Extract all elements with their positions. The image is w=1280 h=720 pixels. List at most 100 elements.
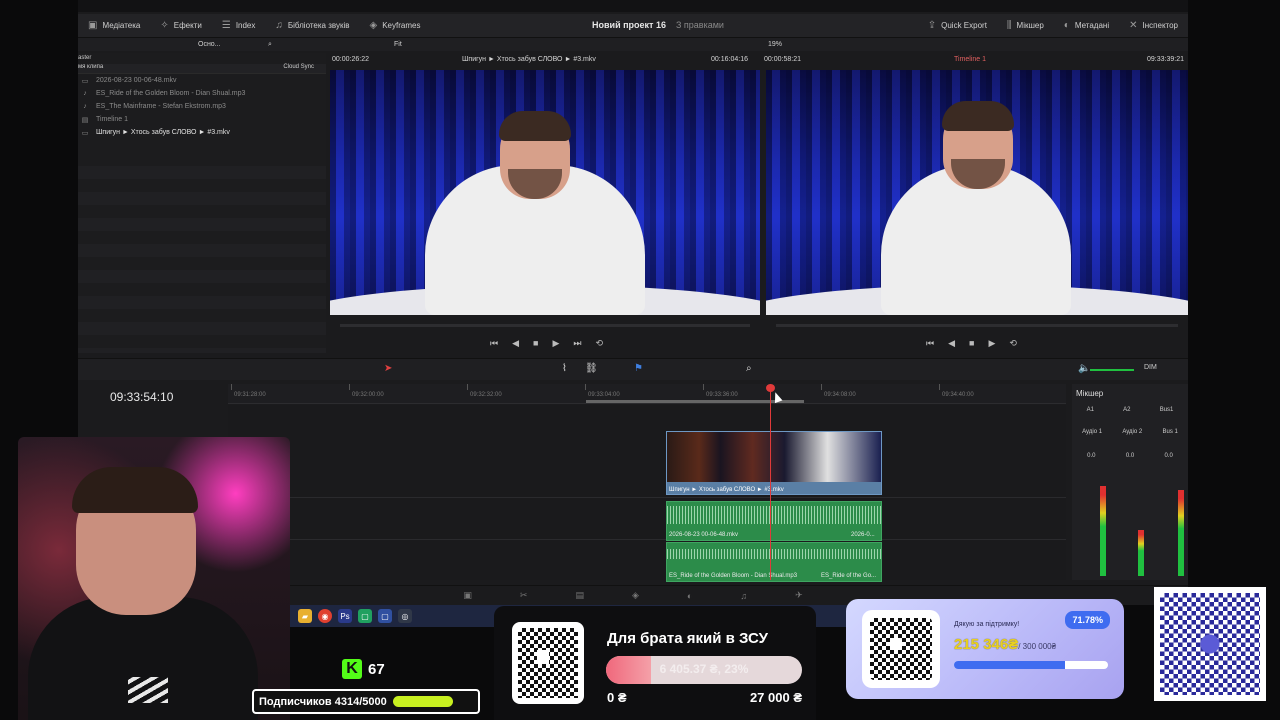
kick-icon: K [342, 659, 362, 679]
play-icon[interactable]: ▶ [988, 338, 995, 349]
stop-icon[interactable]: ■ [533, 338, 538, 349]
effects-button[interactable]: ✧ Ефекти [150, 14, 211, 37]
photoshop-icon[interactable]: Ps [338, 609, 352, 623]
brand-logo [128, 677, 168, 703]
viewer-count: 67 [368, 660, 385, 678]
metadata-button[interactable]: ◐ Метадані [1054, 14, 1119, 37]
clip-thumbnail [667, 432, 881, 482]
dim-button[interactable]: DIM [1144, 364, 1157, 371]
sound-library-icon: ♫ [275, 20, 283, 31]
column-clip-name[interactable]: мя клипа [78, 64, 103, 73]
step-back-icon[interactable]: ◀ [948, 338, 955, 349]
view-mode-select[interactable]: Осно... [198, 41, 221, 48]
film-icon: ▭ [81, 77, 89, 85]
mixer-button[interactable]: ⫼ Мікшер [997, 14, 1054, 37]
volume-icon[interactable]: 🔈 [1078, 363, 1090, 374]
snapping-icon[interactable]: ⌇ [562, 363, 567, 374]
edit-page-icon[interactable]: ▤ [575, 590, 584, 601]
list-item[interactable]: ▭ Шпигун ► Хтось забув СЛОВО ► #3.mkv [78, 126, 326, 139]
program-timecode-left: 00:00:58:21 [764, 56, 801, 63]
timeline-ruler[interactable]: 09:31:28:00 09:32:00:00 09:32:32:00 09:3… [228, 384, 1066, 404]
donation-progress-bar: 6 405.37 ₴, 23% [606, 656, 802, 684]
source-transport-buttons: ⏮ ◀ ■ ▶ ⏭ ⟲ [490, 338, 603, 349]
video-clip[interactable]: Шпигун ► Хтось забув СЛОВО ► #3.mkv [666, 431, 882, 495]
source-clip-name[interactable]: Шпигун ► Хтось забув СЛОВО ► #3.mkv [462, 56, 596, 63]
fit-select[interactable]: Fit [394, 41, 402, 48]
folder-icon[interactable]: ▰ [298, 609, 312, 623]
flag-icon[interactable]: ⚑ [634, 363, 643, 374]
source-scrubber[interactable] [340, 324, 750, 327]
program-transport-buttons: ⏮ ◀ ■ ▶ ⟲ [926, 338, 1017, 349]
fusion-page-icon[interactable]: ◈ [632, 590, 639, 601]
volume-slider[interactable] [1090, 369, 1134, 371]
source-viewer[interactable] [330, 70, 760, 315]
loop-icon[interactable]: ⟲ [1009, 338, 1017, 349]
jump-end-icon[interactable]: ⏭ [573, 338, 581, 349]
menu-bar[interactable] [78, 0, 1188, 12]
list-item[interactable]: ▭ 2026-08-23 00-06-48.mkv [78, 74, 326, 87]
music-clip[interactable]: ES_Ride of the Golden Bloom - Dian Shual… [666, 542, 882, 582]
ruler-tick: 09:32:00:00 [349, 384, 384, 398]
jump-start-icon[interactable]: ⏮ [490, 338, 498, 349]
sound-library-button[interactable]: ♫ Бібліотека звуків [265, 14, 359, 37]
project-status: З правками [675, 20, 724, 30]
list-item[interactable]: ♪ ES_The Mainframe - Stefan Ekstrom.mp3 [78, 100, 326, 113]
jump-start-icon[interactable]: ⏮ [926, 338, 934, 349]
play-icon[interactable]: ▶ [552, 338, 559, 349]
level-meter [1138, 530, 1144, 576]
media-pool-button[interactable]: ▣ Медіатека [78, 14, 150, 37]
mixer-icon: ⫼ [1006, 20, 1012, 31]
metadata-icon: ◐ [1063, 20, 1070, 31]
video-clip-label: Шпигун ► Хтось забув СЛОВО ► #3.mkv [669, 487, 784, 493]
subscriber-goal: Подписчиков 4314/5000 [252, 689, 480, 714]
list-item[interactable]: ♪ ES_Ride of the Golden Bloom - Dian Shua… [78, 87, 326, 100]
music-icon: ♪ [83, 103, 87, 110]
index-button[interactable]: ☰ Index [212, 14, 266, 37]
link-icon[interactable]: ⛓ [585, 363, 598, 374]
ruler-tick: 09:31:28:00 [231, 384, 266, 398]
pool-empty-rows [78, 153, 326, 353]
mixer-channels: A1 A2 Bus1 [1086, 407, 1174, 413]
cut-page-icon[interactable]: ✂ [520, 590, 528, 601]
app-icon[interactable]: ◎ [398, 609, 412, 623]
app-icon[interactable]: ▢ [378, 609, 392, 623]
media-pool: aster мя клипа Cloud Sync ▭ 2026-08-23 00… [78, 53, 326, 353]
source-transport: ⏮ ◀ ■ ▶ ⏭ ⟲ [330, 318, 760, 354]
program-viewer[interactable] [766, 70, 1188, 315]
timeline-name[interactable]: Timeline 1 [954, 56, 986, 63]
media-page-icon[interactable]: ▣ [463, 590, 472, 601]
zoom-icon[interactable]: ⌕ [746, 363, 752, 374]
loop-icon[interactable]: ⟲ [596, 338, 604, 349]
fairlight-page-icon[interactable]: ♫ [740, 591, 747, 601]
timeline-timecode: 09:33:54:10 [110, 390, 174, 404]
keyframes-button[interactable]: ◈ Keyframes [360, 14, 431, 37]
support-progress-fill [954, 661, 1065, 669]
donation-min: 0 ₴ [607, 690, 627, 705]
search-icon[interactable]: ⌕ [268, 41, 272, 49]
bin-name[interactable]: aster [78, 55, 91, 64]
selection-tool-icon[interactable]: ➤ [384, 363, 392, 374]
support-goal: / 300 000₴ [1018, 642, 1057, 651]
stop-icon[interactable]: ■ [969, 338, 974, 349]
app-icon[interactable]: ▢ [358, 609, 372, 623]
column-cloud-sync[interactable]: Cloud Sync [283, 64, 314, 73]
deliver-page-icon[interactable]: ✈ [795, 590, 803, 601]
list-item[interactable]: ▤ Timeline 1 [78, 113, 326, 126]
chrome-icon[interactable]: ◉ [318, 609, 332, 623]
list-icon: ☰ [221, 20, 231, 31]
audio-clip[interactable]: 2026-08-23 00-06-48.mkv 2026-0... [666, 501, 882, 541]
color-page-icon[interactable]: ◐ [687, 591, 692, 601]
program-scrubber[interactable] [776, 324, 1178, 327]
audio-waveform [667, 506, 881, 524]
quick-export-button[interactable]: ⇪ Quick Export [918, 14, 997, 37]
inspector-button[interactable]: ✕ Інспектор [1119, 14, 1188, 37]
zoom-select[interactable]: 19% [768, 41, 782, 48]
music-icon: ♪ [83, 90, 87, 97]
guest-figure [881, 85, 1081, 315]
project-title: Новий проект 16 З правками [592, 20, 724, 30]
playhead[interactable] [766, 384, 775, 580]
support-message: Дякую за підтримку! [954, 621, 1020, 628]
step-back-icon[interactable]: ◀ [512, 338, 519, 349]
telegram-qr-code [1154, 587, 1266, 701]
timeline-tracks[interactable]: Шпигун ► Хтось забув СЛОВО ► #3.mkv 2026… [228, 405, 1066, 582]
